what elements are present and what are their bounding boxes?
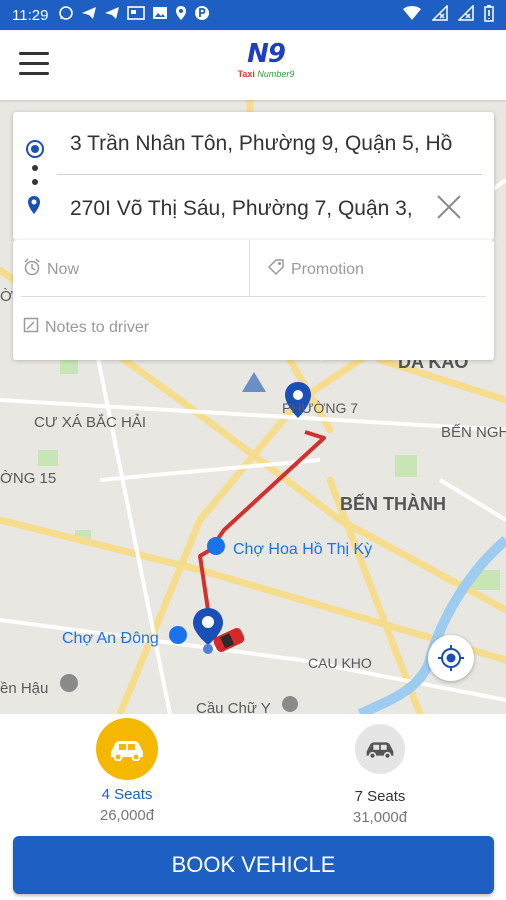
pickup-address-field[interactable]: 3 Trần Nhân Tôn, Phường 9, Quận 5, Hồ bbox=[70, 124, 465, 164]
menu-icon[interactable] bbox=[19, 52, 49, 76]
map-label-cho-hoa: Chợ Hoa Hồ Thị Kỳ bbox=[233, 541, 373, 558]
wifi-icon bbox=[402, 5, 422, 25]
send-icon bbox=[104, 6, 120, 24]
promotion-label: Promotion bbox=[291, 260, 364, 278]
notes-to-driver-field[interactable]: Notes to driver bbox=[23, 317, 149, 338]
vehicle-name: 4 Seats bbox=[101, 786, 153, 803]
address-divider bbox=[57, 174, 482, 175]
map-label-cau-kho: CAU KHO bbox=[308, 655, 372, 671]
vehicle-option-4-seats[interactable]: 4 Seats 26,000đ bbox=[77, 718, 177, 824]
map-label-hau: ền Hậu bbox=[0, 680, 49, 697]
map-label-ben-thanh: BẾN THÀNH bbox=[340, 494, 446, 514]
pickup-dot-icon bbox=[25, 139, 45, 164]
car-icon bbox=[355, 724, 405, 774]
image-icon bbox=[152, 6, 168, 24]
send-icon bbox=[81, 6, 97, 24]
location-icon bbox=[175, 5, 187, 25]
map-label-cho-an-dong: Chợ An Đông bbox=[62, 630, 159, 647]
vehicle-price: 31,000đ bbox=[352, 809, 408, 826]
logo-mark: N9 bbox=[247, 39, 286, 69]
edit-note-icon bbox=[23, 317, 39, 338]
destination-pin-icon bbox=[26, 195, 42, 220]
battery-icon bbox=[484, 4, 494, 26]
logo-tagline: Taxi Number9 bbox=[237, 69, 295, 79]
time-selector[interactable]: Now bbox=[23, 258, 79, 281]
map-label-cau-chu-y: Cầu Chữ Y bbox=[196, 700, 271, 714]
vehicle-price: 26,000đ bbox=[99, 807, 155, 824]
app-bar: N9 Taxi Number9 bbox=[0, 30, 506, 100]
app-logo: N9 Taxi Number9 bbox=[230, 40, 302, 90]
promotion-selector[interactable]: Promotion bbox=[267, 258, 364, 281]
vehicle-option-7-seats[interactable]: 7 Seats 31,000đ bbox=[330, 724, 430, 826]
whatsapp-icon bbox=[58, 5, 74, 25]
options-row-divider bbox=[21, 296, 486, 297]
alarm-clock-icon bbox=[23, 258, 41, 281]
options-divider bbox=[249, 240, 250, 296]
vehicle-selector: 4 Seats 26,000đ 7 Seats 31,000đ bbox=[0, 714, 506, 834]
clear-destination-icon[interactable] bbox=[433, 191, 465, 223]
destination-address-field[interactable]: 270I Võ Thị Sáu, Phường 7, Quận 3, bbox=[70, 189, 420, 229]
map-label-ben-nghe: BẾN NGHÉ bbox=[441, 424, 506, 441]
map-label-phuong-7: PHƯỜNG 7 bbox=[282, 400, 359, 416]
route-dots bbox=[31, 164, 39, 197]
book-vehicle-button[interactable]: BOOK VEHICLE bbox=[13, 836, 494, 894]
notes-placeholder: Notes to driver bbox=[45, 318, 150, 336]
vehicle-name: 7 Seats bbox=[354, 788, 406, 805]
my-location-button[interactable] bbox=[428, 635, 474, 681]
news-icon bbox=[127, 6, 146, 24]
options-card: Now Promotion Notes to driver bbox=[13, 240, 494, 360]
car-icon bbox=[96, 718, 158, 780]
no-signal-icon bbox=[457, 4, 474, 25]
time-label: Now bbox=[47, 260, 80, 278]
crosshair-icon bbox=[438, 645, 464, 671]
map-label-phuong-15: ỜNG 15 bbox=[0, 470, 57, 487]
no-signal-icon bbox=[431, 4, 448, 25]
status-bar: 11:29 bbox=[0, 0, 506, 30]
address-card: 3 Trần Nhân Tôn, Phường 9, Quận 5, Hồ 27… bbox=[13, 112, 494, 240]
map-label-cu-xa: CƯ XÁ BẮC HẢI bbox=[34, 414, 147, 431]
tag-icon bbox=[267, 258, 285, 281]
status-time: 11:29 bbox=[12, 6, 49, 24]
p-icon bbox=[194, 5, 210, 25]
